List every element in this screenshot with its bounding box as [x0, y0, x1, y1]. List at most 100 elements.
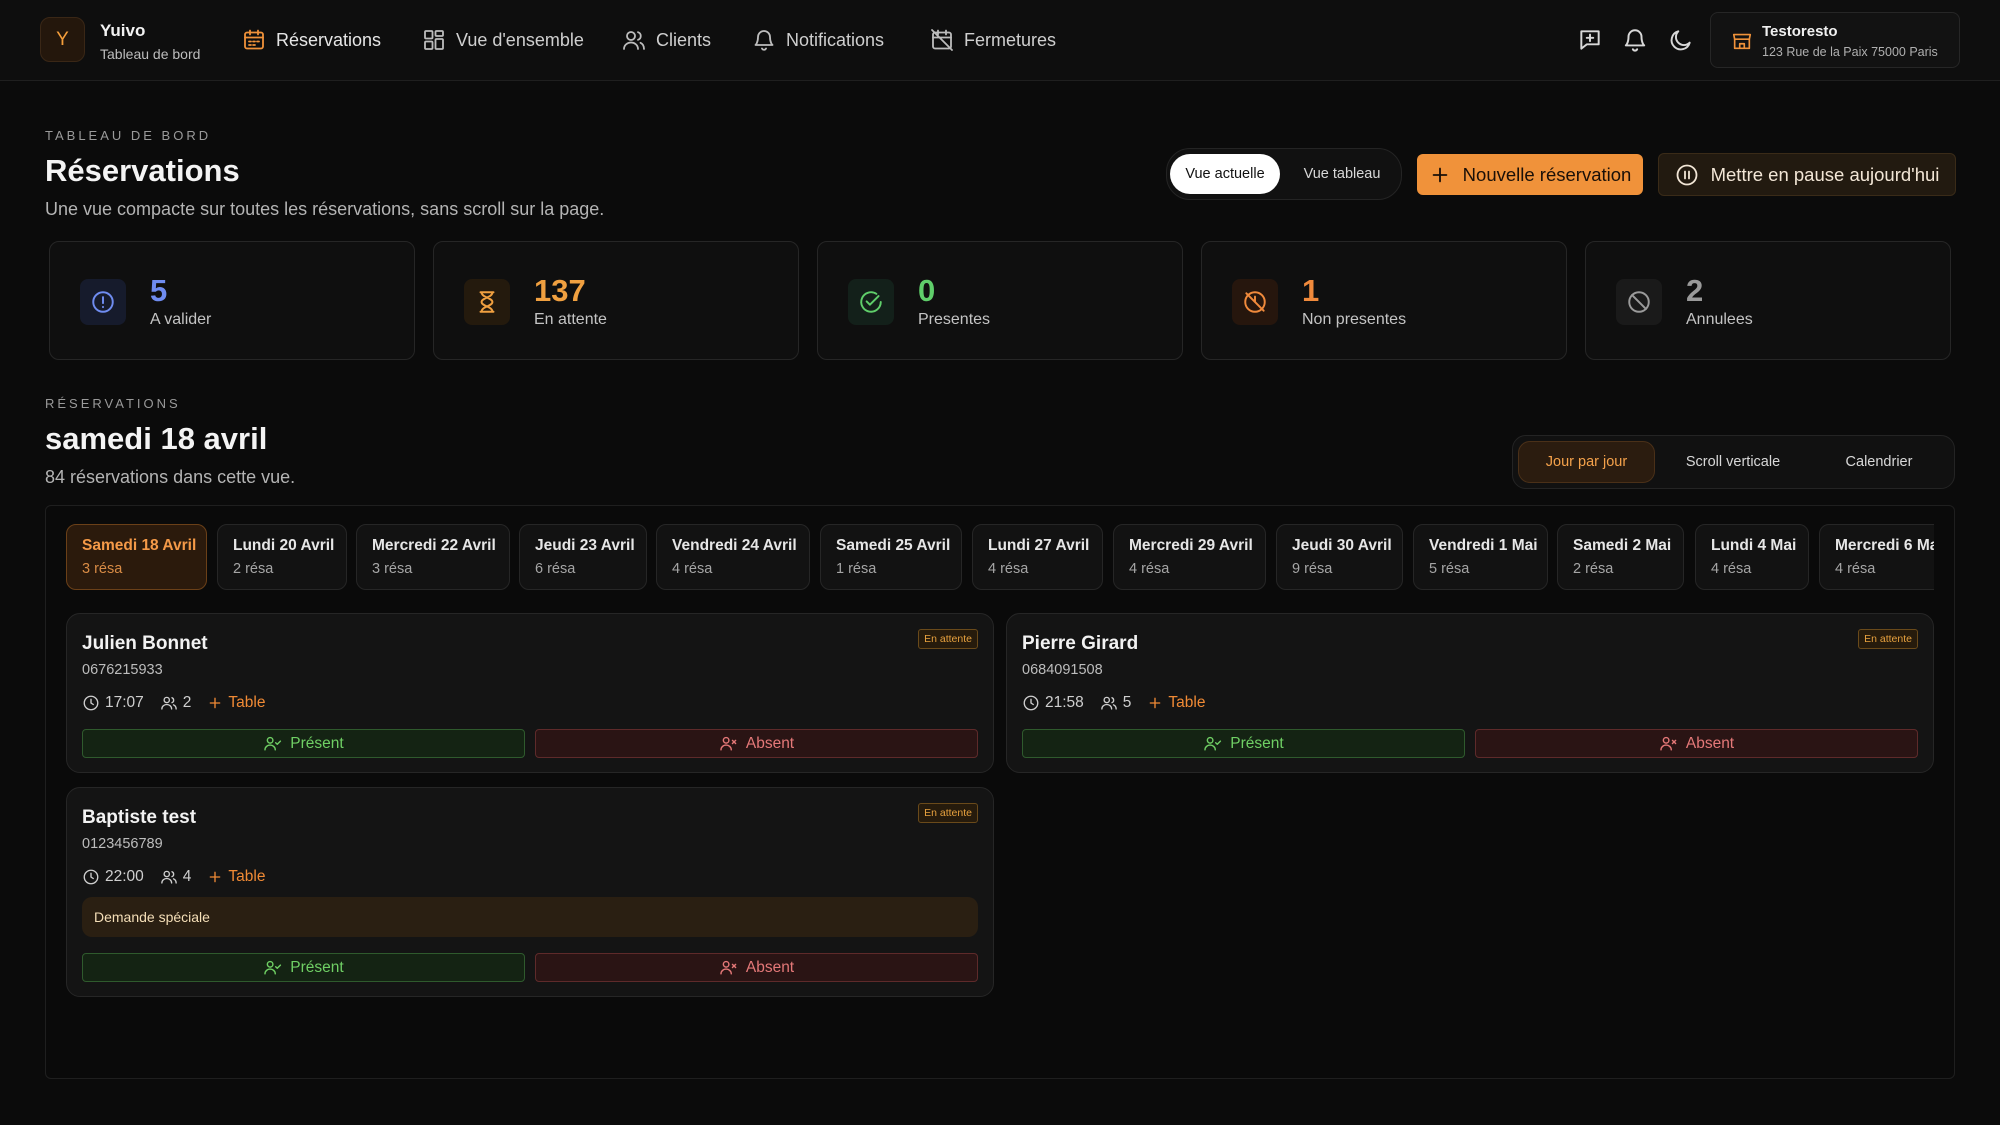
reservations-overline: RÉSERVATIONS: [45, 396, 181, 411]
stat-value: 1: [1302, 273, 1320, 308]
guests-icon: [160, 868, 178, 886]
user-check-icon: [1203, 734, 1222, 753]
day-tab[interactable]: Vendredi 24 Avril 4 résa: [656, 524, 810, 590]
bell-icon[interactable]: [1622, 27, 1648, 53]
mark-absent-button[interactable]: Absent: [1475, 729, 1918, 758]
moon-icon[interactable]: [1668, 27, 1694, 53]
stat-value: 5: [150, 273, 168, 308]
plus-icon: [207, 869, 223, 885]
nav-item-label: Réservations: [276, 29, 382, 50]
special-request-note: Demande spéciale: [82, 897, 978, 937]
plus-icon: [1147, 695, 1163, 711]
reservation-card[interactable]: Pierre Girard 0684091508 En attente 21:5…: [1006, 613, 1934, 773]
clock-icon: [1022, 694, 1040, 712]
nav-item-overview[interactable]: Vue d'ensemble: [422, 26, 584, 54]
brand-logo[interactable]: Y: [40, 17, 85, 62]
nav-item-label: Vue d'ensemble: [456, 29, 584, 50]
stat-card-present[interactable]: 0 Presentes: [817, 241, 1183, 360]
check-circle-icon: [848, 279, 894, 325]
view-toggle: Vue actuelle Vue tableau: [1166, 148, 1402, 200]
stat-card-pending[interactable]: 137 En attente: [433, 241, 799, 360]
user-x-icon: [719, 734, 738, 753]
mark-present-button[interactable]: Présent: [82, 729, 525, 758]
restaurant-selector[interactable]: Testoresto 123 Rue de la Paix 75000 Pari…: [1710, 12, 1960, 68]
grid-icon: [422, 28, 446, 52]
stat-label: A valider: [150, 311, 212, 328]
mode-calendar[interactable]: Calendrier: [1811, 442, 1947, 482]
brand-name: Yuivo: [100, 21, 146, 40]
nav-item-label: Clients: [656, 29, 712, 50]
stat-value: 0: [918, 273, 936, 308]
guests-icon: [160, 694, 178, 712]
day-tab[interactable]: Vendredi 1 Mai 5 résa: [1413, 524, 1548, 590]
guest-name: Pierre Girard: [1022, 633, 1139, 654]
reservation-time: 17:07: [105, 694, 144, 711]
restaurant-name: Testoresto: [1762, 23, 1838, 40]
user-x-icon: [1659, 734, 1678, 753]
pause-today-button[interactable]: Mettre en pause aujourd'hui: [1658, 153, 1956, 196]
nav-item-clients[interactable]: Clients: [622, 26, 711, 54]
guests-icon: [1100, 694, 1118, 712]
day-tab[interactable]: Samedi 2 Mai 2 résa: [1557, 524, 1684, 590]
day-tab[interactable]: Lundi 4 Mai 4 résa: [1695, 524, 1809, 590]
page-title: Réservations: [45, 153, 240, 188]
stat-label: En attente: [534, 311, 607, 328]
pause-icon: [1675, 163, 1699, 187]
view-current-button[interactable]: Vue actuelle: [1170, 154, 1280, 194]
mark-present-button[interactable]: Présent: [82, 953, 525, 982]
reservation-card[interactable]: Julien Bonnet 0676215933 En attente 17:0…: [66, 613, 994, 773]
mark-present-button[interactable]: Présent: [1022, 729, 1465, 758]
reservation-card[interactable]: Baptiste test 0123456789 En attente 22:0…: [66, 787, 994, 997]
feedback-icon[interactable]: [1577, 27, 1603, 53]
reservation-time: 22:00: [105, 868, 144, 885]
clock-icon: [82, 868, 100, 886]
mark-absent-button[interactable]: Absent: [535, 953, 978, 982]
day-tab[interactable]: Jeudi 30 Avril 9 résa: [1276, 524, 1403, 590]
add-table-button[interactable]: Table: [207, 694, 265, 712]
day-tab[interactable]: Mercredi 22 Avril 3 résa: [356, 524, 510, 590]
day-tab[interactable]: Samedi 25 Avril 1 résa: [820, 524, 962, 590]
day-tab[interactable]: Lundi 27 Avril 4 résa: [972, 524, 1103, 590]
stat-value: 137: [534, 273, 586, 308]
no-show-icon: [1232, 279, 1278, 325]
stat-card-cancelled[interactable]: 2 Annulees: [1585, 241, 1951, 360]
bell-icon: [752, 28, 776, 52]
status-badge: En attente: [918, 803, 978, 823]
day-tab[interactable]: Mercredi 29 Avril 4 résa: [1113, 524, 1266, 590]
nav-item-closures[interactable]: Fermetures: [930, 26, 1056, 54]
stat-value: 2: [1686, 273, 1704, 308]
nav-item-label: Notifications: [786, 29, 885, 50]
plus-icon: [207, 695, 223, 711]
mode-day-by-day[interactable]: Jour par jour: [1518, 441, 1655, 483]
stat-label: Non presentes: [1302, 311, 1407, 328]
restaurant-address: 123 Rue de la Paix 75000 Paris: [1762, 45, 1938, 59]
day-tab[interactable]: Mercredi 6 Mai 4 résa: [1819, 524, 1934, 590]
stat-card-to-validate[interactable]: 5 A valider: [49, 241, 415, 360]
view-table-button[interactable]: Vue tableau: [1285, 154, 1399, 194]
hourglass-icon: [464, 279, 510, 325]
day-tab[interactable]: Jeudi 23 Avril 6 résa: [519, 524, 647, 590]
mark-absent-button[interactable]: Absent: [535, 729, 978, 758]
absent-label: Absent: [1685, 734, 1735, 752]
user-x-icon: [719, 958, 738, 977]
present-label: Présent: [290, 734, 344, 752]
guest-phone: 0676215933: [82, 662, 163, 678]
day-tabs[interactable]: Samedi 18 Avril 3 résa Lundi 20 Avril 2 ré…: [66, 524, 1934, 590]
calendar-off-icon: [930, 28, 954, 52]
stat-label: Annulees: [1686, 311, 1753, 328]
day-tab[interactable]: Samedi 18 Avril 3 résa: [66, 524, 207, 590]
page-subtitle: Une vue compacte sur toutes les réservat…: [45, 199, 605, 219]
add-table-label: Table: [228, 868, 266, 885]
add-table-button[interactable]: Table: [1147, 694, 1205, 712]
new-reservation-button[interactable]: Nouvelle réservation: [1417, 154, 1643, 195]
status-badge: En attente: [1858, 629, 1918, 649]
stat-card-no-show[interactable]: 1 Non presentes: [1201, 241, 1567, 360]
nav-item-reservations[interactable]: Réservations: [242, 26, 381, 54]
mode-vertical-scroll[interactable]: Scroll verticale: [1665, 442, 1801, 482]
guest-phone: 0123456789: [82, 836, 163, 852]
guest-count: 2: [182, 694, 192, 711]
calendar-icon: [242, 28, 266, 52]
nav-item-notifications[interactable]: Notifications: [752, 26, 884, 54]
day-tab[interactable]: Lundi 20 Avril 2 résa: [217, 524, 347, 590]
add-table-button[interactable]: Table: [207, 868, 265, 886]
